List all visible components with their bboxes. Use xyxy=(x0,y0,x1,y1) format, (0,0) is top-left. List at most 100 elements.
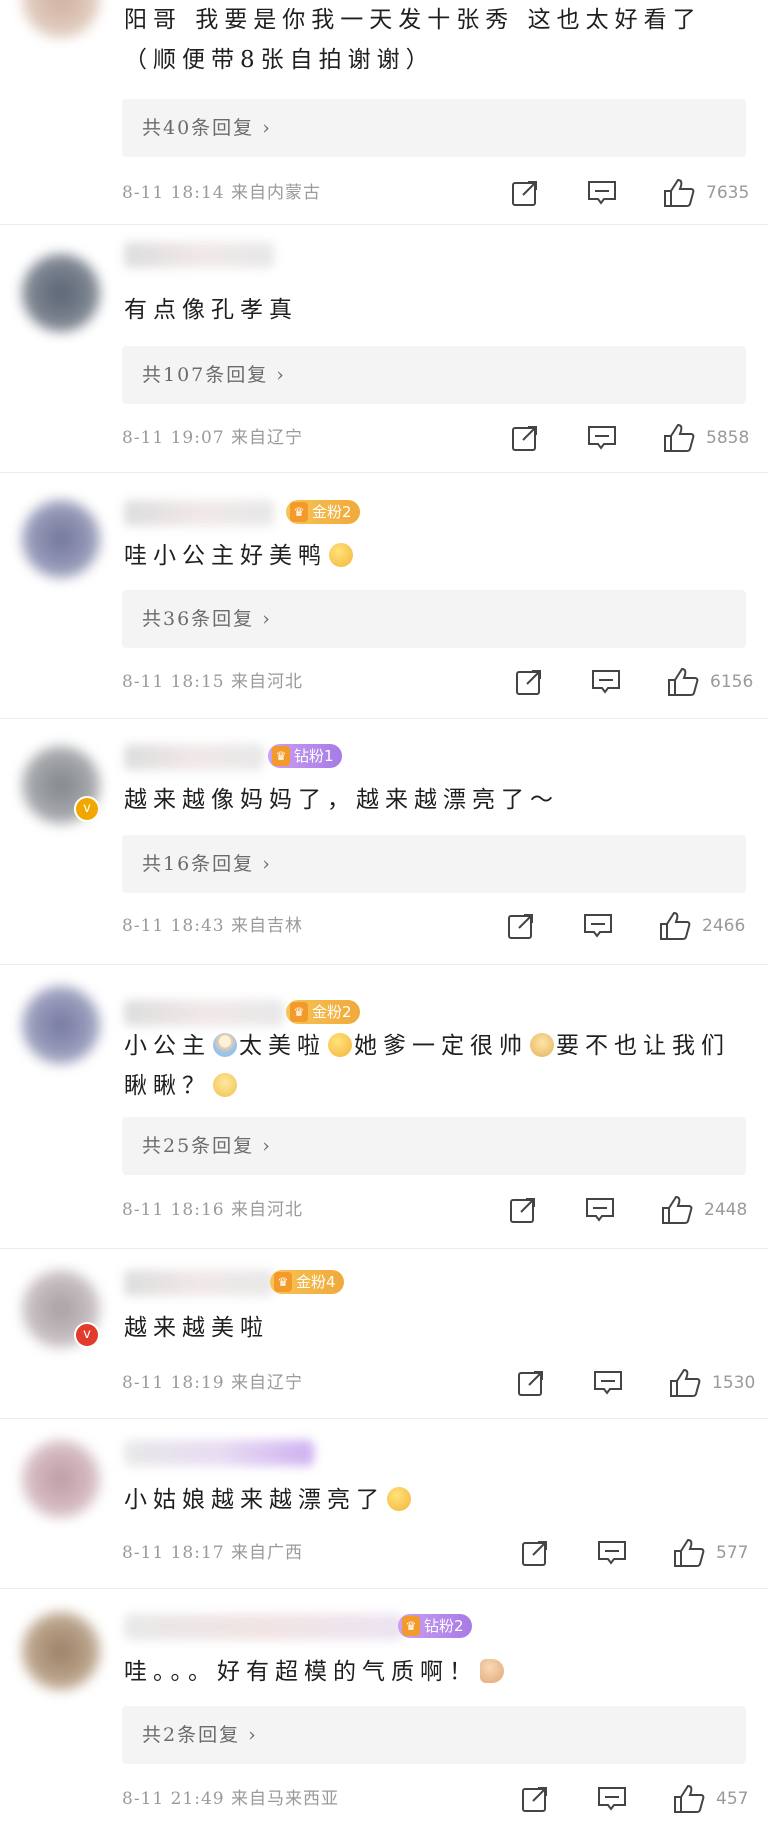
comment-meta: 8-11 19:07 来自辽宁 xyxy=(122,428,303,448)
fan-badge: ♛ 钻粉2 xyxy=(398,1614,472,1638)
fan-badge: ♛ 金粉2 xyxy=(286,500,360,524)
like-icon[interactable] xyxy=(668,1366,702,1400)
replies-link[interactable]: 共40条回复 › xyxy=(122,99,746,157)
username[interactable] xyxy=(124,1614,404,1640)
comment-meta: 8-11 21:49 来自马来西亚 xyxy=(122,1789,339,1809)
like-icon[interactable] xyxy=(662,176,696,210)
username[interactable] xyxy=(124,1270,274,1296)
share-icon[interactable] xyxy=(520,1536,550,1570)
replies-link[interactable]: 共107条回复 › xyxy=(122,346,746,404)
comment-icon[interactable] xyxy=(586,421,618,455)
comment-text: 越来越像妈妈了，越来越漂亮了～ xyxy=(124,787,559,813)
comment-item: v ♛ 金粉4 越来越美啦 8-11 18:19 来自辽宁 1530 xyxy=(0,1248,768,1419)
comment-icon[interactable] xyxy=(590,665,622,699)
comment-item: ♛ 钻粉2 哇。。。好有超模的气质啊！ 共2条回复 › 8-11 21:49 来自… xyxy=(0,1588,768,1835)
share-icon[interactable] xyxy=(508,1193,538,1227)
like-count: 5858 xyxy=(706,428,750,448)
avatar[interactable] xyxy=(22,1440,100,1518)
verified-icon: v xyxy=(74,1322,100,1348)
comment-text: 有点像孔孝真 xyxy=(124,297,298,323)
like-icon[interactable] xyxy=(672,1782,706,1816)
like-icon[interactable] xyxy=(672,1536,706,1570)
medal-icon: ♛ xyxy=(290,502,308,522)
share-icon[interactable] xyxy=(516,1366,546,1400)
comment-item: v ♛ 钻粉1 越来越像妈妈了，越来越漂亮了～ 共16条回复 › 8-11 18:… xyxy=(0,718,768,965)
thumbs-up-emoji-icon xyxy=(480,1659,504,1683)
emoji-icon xyxy=(213,1073,237,1097)
comment-meta: 8-11 18:14 来自内蒙古 xyxy=(122,183,321,203)
share-icon[interactable] xyxy=(510,421,540,455)
comment-actions: 6156 xyxy=(514,665,754,699)
medal-icon: ♛ xyxy=(402,1616,420,1636)
avatar[interactable] xyxy=(22,500,100,578)
username[interactable] xyxy=(124,242,274,268)
comment-meta: 8-11 18:43 来自吉林 xyxy=(122,916,303,936)
comment-item: 有点像孔孝真 共107条回复 › 8-11 19:07 来自辽宁 5858 xyxy=(0,224,768,473)
comment-item: 小姑娘越来越漂亮了 8-11 18:17 来自广西 577 xyxy=(0,1418,768,1589)
avatar[interactable] xyxy=(22,254,100,332)
medal-icon: ♛ xyxy=(274,1272,292,1292)
comment-meta: 8-11 18:19 来自辽宁 xyxy=(122,1373,303,1393)
comment-meta: 8-11 18:16 来自河北 xyxy=(122,1200,303,1220)
like-count: 577 xyxy=(716,1543,749,1563)
comment-text: 哇小公主好美鸭 xyxy=(124,536,738,576)
like-count: 7635 xyxy=(706,183,750,203)
comment-text: 小姑娘越来越漂亮了 xyxy=(124,1480,738,1520)
medal-icon: ♛ xyxy=(272,746,290,766)
share-icon[interactable] xyxy=(514,665,544,699)
like-count: 2448 xyxy=(704,1200,748,1220)
like-icon[interactable] xyxy=(662,421,696,455)
comment-icon[interactable] xyxy=(584,1193,616,1227)
emoji-icon xyxy=(328,1033,352,1057)
like-count: 457 xyxy=(716,1789,749,1809)
replies-link[interactable]: 共2条回复 › xyxy=(122,1706,746,1764)
comment-actions: 577 xyxy=(520,1536,760,1570)
comment-icon[interactable] xyxy=(596,1782,628,1816)
medal-icon: ♛ xyxy=(290,1002,308,1022)
username[interactable] xyxy=(124,500,274,526)
comment-text: 小公主 太美啦 她爹一定很帅 要不也让我们瞅瞅？ xyxy=(124,1033,730,1099)
fan-badge: ♛ 金粉4 xyxy=(270,1270,344,1294)
avatar[interactable] xyxy=(22,986,100,1064)
username[interactable] xyxy=(124,1440,314,1466)
emoji-icon xyxy=(387,1487,411,1511)
emoji-icon xyxy=(530,1033,554,1057)
comment-icon[interactable] xyxy=(586,176,618,210)
comment-item: 阳哥 我要是你我一天发十张秀 这也太好看了（顺便带8张自拍谢谢） 共40条回复 … xyxy=(0,0,768,225)
replies-link[interactable]: 共16条回复 › xyxy=(122,835,746,893)
comment-actions: 5858 xyxy=(510,421,750,455)
comment-actions: 2466 xyxy=(506,909,746,943)
replies-link[interactable]: 共25条回复 › xyxy=(122,1117,746,1175)
username[interactable] xyxy=(124,744,264,770)
comment-text: 哇。。。好有超模的气质啊！ xyxy=(124,1652,738,1692)
comment-actions: 2448 xyxy=(508,1193,748,1227)
comment-icon[interactable] xyxy=(592,1366,624,1400)
emoji-icon xyxy=(213,1033,237,1057)
fan-badge: ♛ 钻粉1 xyxy=(268,744,342,768)
comment-text: 阳哥 我要是你我一天发十张秀 这也太好看了（顺便带8张自拍谢谢） xyxy=(124,7,702,73)
avatar[interactable] xyxy=(22,0,100,38)
comment-actions: 7635 xyxy=(510,176,750,210)
comment-icon[interactable] xyxy=(596,1536,628,1570)
comment-meta: 8-11 18:17 来自广西 xyxy=(122,1543,303,1563)
like-icon[interactable] xyxy=(660,1193,694,1227)
like-icon[interactable] xyxy=(666,665,700,699)
like-icon[interactable] xyxy=(658,909,692,943)
comment-meta: 8-11 18:15 来自河北 xyxy=(122,672,303,692)
replies-link[interactable]: 共36条回复 › xyxy=(122,590,746,648)
comment-item: ♛ 金粉2 哇小公主好美鸭 共36条回复 › 8-11 18:15 来自河北 61… xyxy=(0,472,768,719)
fan-badge: ♛ 金粉2 xyxy=(286,1000,360,1024)
comment-item: ♛ 金粉2 小公主 太美啦 她爹一定很帅 要不也让我们瞅瞅？ 共25条回复 › 8-11… xyxy=(0,964,768,1249)
avatar[interactable] xyxy=(22,1612,100,1690)
share-icon[interactable] xyxy=(520,1782,550,1816)
comment-text: 越来越美啦 xyxy=(124,1315,269,1341)
comment-icon[interactable] xyxy=(582,909,614,943)
share-icon[interactable] xyxy=(510,176,540,210)
like-count: 6156 xyxy=(710,672,754,692)
like-count: 2466 xyxy=(702,916,746,936)
emoji-icon xyxy=(329,543,353,567)
share-icon[interactable] xyxy=(506,909,536,943)
username[interactable] xyxy=(124,1000,284,1026)
like-count: 1530 xyxy=(712,1373,756,1393)
comment-actions: 1530 xyxy=(516,1366,756,1400)
